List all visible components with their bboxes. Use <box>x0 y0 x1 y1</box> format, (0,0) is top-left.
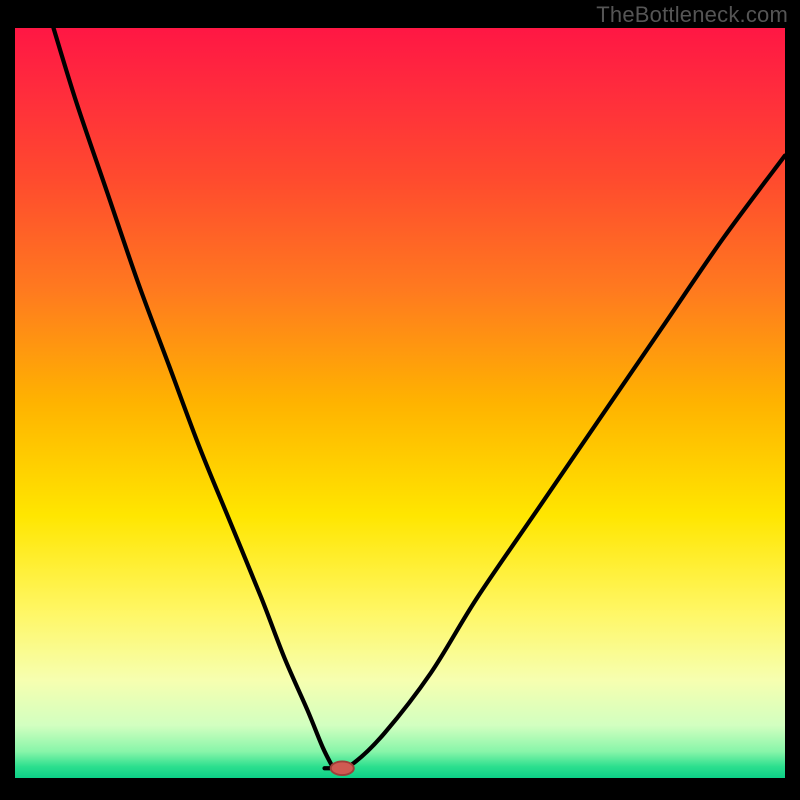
heat-gradient-background <box>15 28 785 778</box>
bottleneck-chart <box>15 28 785 778</box>
chart-frame: TheBottleneck.com <box>0 0 800 800</box>
optimum-marker <box>331 761 354 775</box>
watermark-text: TheBottleneck.com <box>596 2 788 28</box>
chart-svg <box>15 28 785 778</box>
